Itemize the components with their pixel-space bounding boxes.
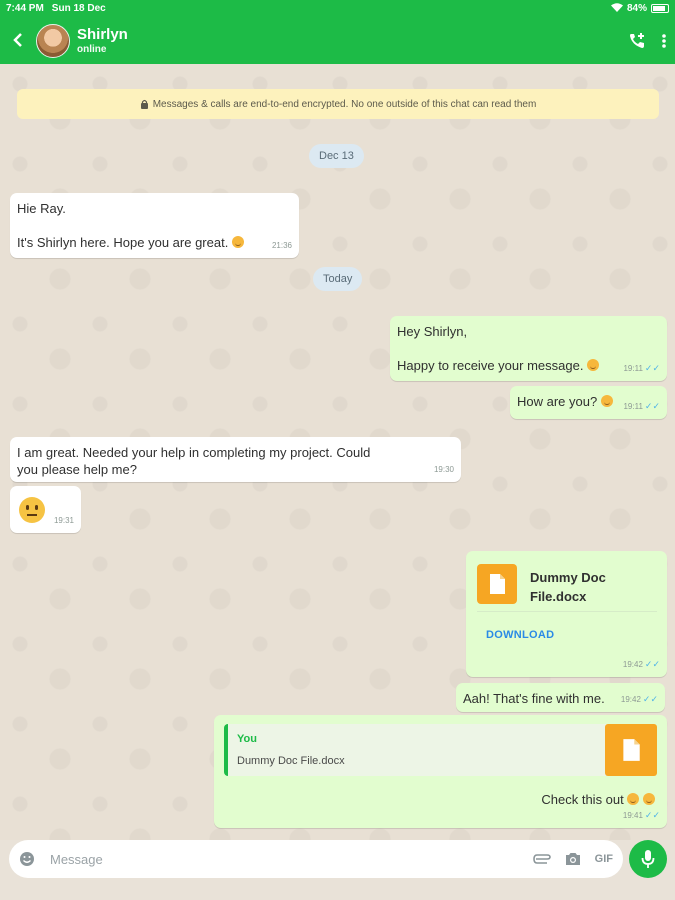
contact-info[interactable]: Shirlyn online	[77, 26, 128, 55]
quoted-message[interactable]: You Dummy Doc File.docx	[224, 724, 657, 776]
chat-header: Shirlyn online	[0, 17, 675, 64]
message-text: Hie Ray.	[17, 201, 66, 216]
attach-button[interactable]	[532, 854, 551, 864]
message-time: 19:11	[623, 364, 643, 373]
read-receipt-icon: ✓✓	[642, 694, 658, 704]
document-thumbnail	[605, 724, 657, 776]
more-vertical-icon	[662, 33, 666, 48]
contact-presence: online	[77, 44, 107, 55]
message-time: 19:30	[433, 465, 454, 474]
document-icon	[623, 739, 640, 761]
message-composer[interactable]: Message GIF	[9, 840, 623, 878]
message-text: Happy to receive your message.	[397, 358, 584, 373]
encryption-text: Messages & calls are end-to-end encrypte…	[152, 98, 537, 110]
grin-emoji	[627, 793, 640, 805]
grin-emoji	[587, 359, 600, 371]
document-filename: Dummy Doc File.docx	[530, 568, 606, 606]
message-time: 19:11	[623, 402, 643, 411]
message-text: Hey Shirlyn,	[397, 324, 468, 339]
read-receipt-icon: ✓✓	[644, 363, 660, 373]
more-options-button[interactable]	[661, 33, 667, 49]
message-time: 19:42	[620, 695, 641, 704]
download-button[interactable]: DOWNLOAD	[486, 627, 554, 644]
emoji-button[interactable]	[19, 851, 35, 867]
message-outgoing[interactable]: Aah! That's fine with me. 19:42 ✓✓	[456, 683, 665, 712]
grin-emoji	[643, 793, 655, 805]
status-date: Sun 18 Dec	[51, 3, 106, 14]
gif-button[interactable]: GIF	[595, 853, 613, 865]
status-time: 7:44 PM	[6, 3, 44, 14]
document-message[interactable]: Dummy Doc File.docx DOWNLOAD 19:42 ✓✓	[466, 551, 667, 677]
back-button[interactable]	[0, 28, 36, 54]
quote-text: Dummy Doc File.docx	[237, 755, 345, 767]
add-call-icon	[630, 32, 644, 48]
status-bar: 7:44 PM Sun 18 Dec 84%	[0, 0, 675, 17]
neutral-face-emoji	[19, 497, 45, 523]
message-time: 19:41	[622, 811, 643, 820]
grin-emoji	[600, 395, 613, 407]
date-separator: Today	[313, 267, 363, 291]
message-time: 19:42	[622, 660, 643, 669]
message-input[interactable]: Message	[50, 852, 533, 867]
message-text: Check this out	[541, 792, 624, 807]
add-call-button[interactable]	[627, 31, 647, 51]
message-text: How are you?	[517, 394, 598, 409]
message-text: Aah! That's fine with me.	[463, 691, 605, 706]
microphone-icon	[641, 850, 655, 868]
smile-emoji	[231, 236, 244, 248]
message-text: you please help me?	[17, 462, 137, 477]
chat-area[interactable]: Messages & calls are end-to-end encrypte…	[0, 64, 675, 840]
reply-message[interactable]: You Dummy Doc File.docx Check this out 1…	[214, 715, 667, 828]
message-incoming[interactable]: Hie Ray. It's Shirlyn here. Hope you are…	[10, 193, 299, 258]
document-icon	[477, 564, 517, 604]
encryption-banner[interactable]: Messages & calls are end-to-end encrypte…	[17, 89, 659, 119]
battery-icon	[651, 4, 669, 13]
read-receipt-icon: ✓✓	[644, 659, 660, 669]
emoji-icon	[20, 852, 34, 866]
divider	[477, 611, 657, 612]
read-receipt-icon: ✓✓	[644, 810, 660, 820]
battery-percent: 84%	[626, 3, 647, 14]
read-receipt-icon: ✓✓	[644, 401, 660, 411]
avatar[interactable]	[36, 23, 70, 58]
quote-author: You	[237, 733, 257, 745]
voice-message-button[interactable]	[629, 840, 667, 878]
chevron-left-icon	[13, 32, 22, 47]
document-filename-line: File.docx	[530, 589, 587, 604]
paperclip-icon	[532, 854, 551, 864]
date-separator: Dec 13	[309, 144, 364, 168]
lock-icon	[140, 99, 148, 109]
wifi-icon	[610, 2, 623, 15]
contact-name: Shirlyn	[77, 26, 128, 43]
message-outgoing[interactable]: How are you? 19:11 ✓✓	[510, 386, 667, 419]
message-text: I am great. Needed your help in completi…	[17, 445, 371, 460]
message-incoming[interactable]: 19:31	[10, 486, 81, 533]
camera-icon	[565, 853, 580, 865]
camera-button[interactable]	[565, 852, 581, 866]
message-time: 21:36	[271, 241, 292, 250]
document-filename-line: Dummy Doc	[530, 570, 606, 585]
message-time: 19:31	[53, 516, 74, 525]
message-incoming[interactable]: I am great. Needed your help in completi…	[10, 437, 461, 482]
message-text: It's Shirlyn here. Hope you are great.	[17, 235, 229, 250]
message-outgoing[interactable]: Hey Shirlyn, Happy to receive your messa…	[390, 316, 667, 381]
